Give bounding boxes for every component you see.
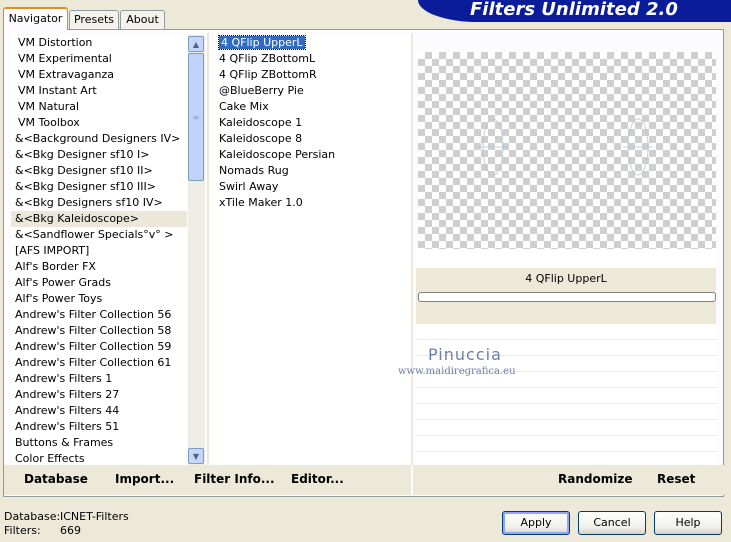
tab-about[interactable]: About <box>120 10 165 29</box>
database-label: Database: <box>4 510 61 523</box>
category-item[interactable]: &<Bkg Designers sf10 IV> <box>11 195 187 211</box>
progress-bar <box>418 292 716 302</box>
category-item[interactable]: Andrew's Filters 44 <box>11 403 187 419</box>
filter-item-label: 4 QFlip ZBottomR <box>219 68 317 81</box>
tab-presets[interactable]: Presets <box>69 10 119 29</box>
category-item[interactable]: Andrew's Filter Collection 59 <box>11 339 187 355</box>
filter-item[interactable]: @BlueBerry Pie <box>215 83 411 99</box>
action-bar-divider <box>411 465 413 495</box>
editor-button[interactable]: Editor... <box>291 472 344 486</box>
tab-navigator[interactable]: Navigator <box>3 7 68 30</box>
scroll-down-button[interactable]: ▼ <box>188 448 204 464</box>
category-list[interactable]: VM Distortion VM Experimental VM Extravaga… <box>11 35 187 467</box>
category-item[interactable]: Andrew's Filters 1 <box>11 371 187 387</box>
category-item[interactable]: VM Experimental <box>11 51 187 67</box>
category-item[interactable]: VM Toolbox <box>11 115 187 131</box>
app-title: Filters Unlimited 2.0 <box>470 0 678 20</box>
filter-item-label: 4 QFlip ZBottomL <box>219 52 316 65</box>
preview-canvas <box>418 52 716 249</box>
category-item[interactable]: Alf's Power Toys <box>11 291 187 307</box>
watermark-url: www.maidiregrafica.eu <box>398 366 516 377</box>
scroll-thumb[interactable]: ≡ <box>188 53 204 181</box>
param-row <box>416 403 716 419</box>
filter-item-label: 4 QFlip UpperL <box>218 35 306 50</box>
param-row <box>416 387 716 403</box>
filter-item-label: Cake Mix <box>219 100 269 113</box>
randomize-button[interactable]: Randomize <box>558 472 632 486</box>
param-row <box>416 323 716 339</box>
category-item[interactable]: VM Natural <box>11 99 187 115</box>
param-row <box>416 419 716 435</box>
filter-item[interactable]: 4 QFlip UpperL <box>215 35 411 51</box>
category-item[interactable]: Alf's Border FX <box>11 259 187 275</box>
filter-info-button[interactable]: Filter Info... <box>194 472 275 486</box>
param-row <box>416 451 716 465</box>
database-button[interactable]: Database <box>24 472 88 486</box>
category-scrollbar[interactable]: ▲ ≡ ▼ <box>188 35 205 465</box>
apply-button[interactable]: Apply <box>502 511 570 535</box>
import-button[interactable]: Import... <box>115 472 174 486</box>
category-item[interactable]: VM Instant Art <box>11 83 187 99</box>
scroll-up-button[interactable]: ▲ <box>188 36 204 52</box>
filter-item[interactable]: Kaleidoscope Persian <box>215 147 411 163</box>
category-item[interactable]: [AFS IMPORT] <box>11 243 187 259</box>
filter-item[interactable]: Kaleidoscope 8 <box>215 131 411 147</box>
filter-item[interactable]: 4 QFlip ZBottomR <box>215 67 411 83</box>
help-button[interactable]: Help <box>654 511 722 535</box>
category-item[interactable]: Andrew's Filters 27 <box>11 387 187 403</box>
filter-item[interactable]: Nomads Rug <box>215 163 411 179</box>
preview-divider <box>411 33 413 465</box>
filter-item-label: Swirl Away <box>219 180 279 193</box>
category-item[interactable]: &<Bkg Kaleidoscope> <box>11 211 187 227</box>
category-item[interactable]: Andrew's Filters 51 <box>11 419 187 435</box>
category-item[interactable]: &<Bkg Designer sf10 II> <box>11 163 187 179</box>
category-item[interactable]: &<Bkg Designer sf10 I> <box>11 147 187 163</box>
category-item[interactable]: VM Extravaganza <box>11 67 187 83</box>
filter-item-label: @BlueBerry Pie <box>219 84 304 97</box>
filter-item[interactable]: xTile Maker 1.0 <box>215 195 411 211</box>
current-filter-name: 4 QFlip UpperL <box>525 272 607 285</box>
filter-item-label: Kaleidoscope 1 <box>219 116 303 129</box>
reset-button[interactable]: Reset <box>657 472 695 486</box>
database-value: ICNET-Filters <box>60 510 129 523</box>
cancel-button[interactable]: Cancel <box>578 511 646 535</box>
category-item[interactable]: &<Bkg Designer sf10 III> <box>11 179 187 195</box>
category-item[interactable]: Andrew's Filter Collection 61 <box>11 355 187 371</box>
category-item[interactable]: Alf's Power Grads <box>11 275 187 291</box>
kaleidoscope-preview-icon <box>478 118 653 176</box>
filter-item-label: Kaleidoscope 8 <box>219 132 303 145</box>
category-item[interactable]: Andrew's Filter Collection 58 <box>11 323 187 339</box>
param-row <box>416 435 716 451</box>
category-item[interactable]: &<Sandflower Specials°v° > <box>11 227 187 243</box>
filter-item[interactable]: Cake Mix <box>215 99 411 115</box>
filters-count-label: Filters: <box>4 524 41 537</box>
filters-count-value: 669 <box>60 524 81 537</box>
filter-item-label: Nomads Rug <box>219 164 289 177</box>
category-item[interactable]: Buttons & Frames <box>11 435 187 451</box>
filter-item-label: Kaleidoscope Persian <box>219 148 336 161</box>
category-item[interactable]: VM Distortion <box>11 35 187 51</box>
list-divider <box>207 33 209 465</box>
category-item[interactable]: &<Background Designers IV> <box>11 131 187 147</box>
filter-item[interactable]: 4 QFlip ZBottomL <box>215 51 411 67</box>
filter-item-label: xTile Maker 1.0 <box>219 196 303 209</box>
category-item[interactable]: Andrew's Filter Collection 56 <box>11 307 187 323</box>
filter-item[interactable]: Kaleidoscope 1 <box>215 115 411 131</box>
filter-list[interactable]: 4 QFlip UpperL 4 QFlip ZBottomL 4 QFlip ZB… <box>215 35 411 465</box>
watermark-name: Pinuccia <box>428 345 502 364</box>
filter-item[interactable]: Swirl Away <box>215 179 411 195</box>
preview-gap <box>416 249 716 268</box>
